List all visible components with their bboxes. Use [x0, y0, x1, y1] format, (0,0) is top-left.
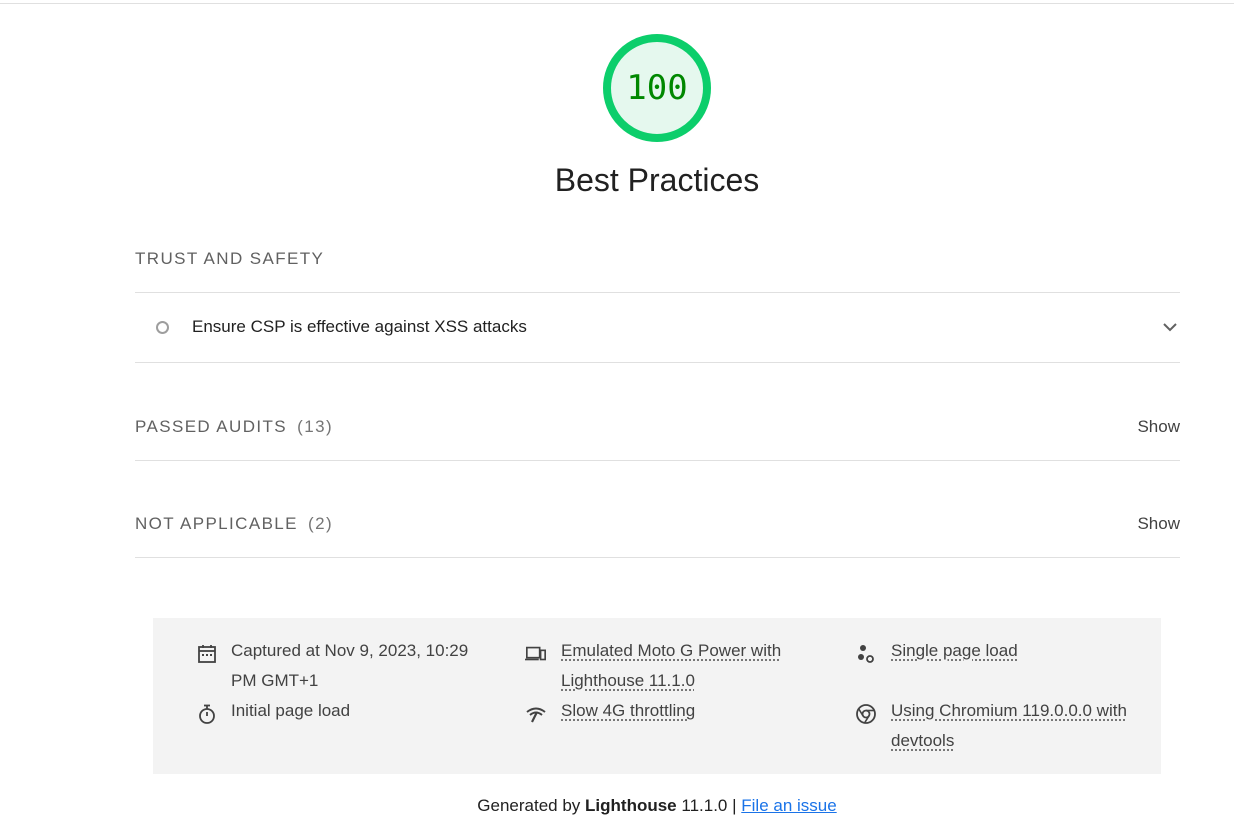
score-value: 100	[603, 34, 711, 142]
env-browser-line2: devtools	[891, 726, 1156, 756]
runtime-settings-panel: Captured at Nov 9, 2023, 10:29 PM GMT+1 …	[153, 618, 1161, 774]
env-browser-line1: Using Chromium 119.0.0.0 with	[891, 696, 1156, 726]
chromium-icon	[855, 703, 877, 725]
score-gauge[interactable]: 100	[603, 34, 711, 142]
section-heading-passed-audits[interactable]: PASSED AUDITS (13)	[135, 417, 333, 437]
top-divider	[0, 3, 1234, 4]
env-device[interactable]: Emulated Moto G Power with Lighthouse 11…	[561, 636, 841, 696]
generated-prefix: Generated by	[477, 796, 580, 815]
env-throttling[interactable]: Slow 4G throttling	[561, 696, 695, 726]
env-initial-load-text: Initial page load	[231, 696, 350, 726]
category-title: Best Practices	[0, 162, 1234, 199]
audit-row-csp-xss[interactable]: Ensure CSP is effective against XSS atta…	[135, 293, 1180, 361]
show-passed-audits-button[interactable]: Show	[1137, 417, 1180, 437]
env-captured-at: Captured at Nov 9, 2023, 10:29 PM GMT+1	[231, 636, 501, 696]
env-throttling-text: Slow 4G throttling	[561, 696, 695, 726]
env-session-text: Single page load	[891, 636, 1018, 666]
divider	[135, 362, 1180, 363]
env-device-line2: Lighthouse 11.1.0	[561, 666, 841, 696]
section-heading-label: NOT APPLICABLE	[135, 514, 298, 533]
env-session[interactable]: Single page load	[891, 636, 1018, 666]
env-initial-load: Initial page load	[231, 696, 350, 726]
stopwatch-icon	[196, 703, 218, 725]
tool-name: Lighthouse	[585, 796, 677, 815]
audit-title: Ensure CSP is effective against XSS atta…	[192, 317, 527, 337]
section-count: (13)	[297, 417, 333, 436]
single-page-load-icon	[855, 643, 877, 665]
section-heading-label: TRUST AND SAFETY	[135, 249, 324, 268]
section-heading-trust-safety: TRUST AND SAFETY	[135, 249, 324, 269]
env-device-line1: Emulated Moto G Power with	[561, 636, 841, 666]
calendar-icon	[196, 643, 218, 665]
section-count: (2)	[308, 514, 333, 533]
env-captured-line1: Captured at Nov 9, 2023, 10:29	[231, 636, 501, 666]
file-issue-link[interactable]: File an issue	[741, 796, 836, 815]
network-icon	[525, 703, 547, 725]
divider	[135, 460, 1180, 461]
devices-icon	[525, 643, 547, 665]
env-captured-line2: PM GMT+1	[231, 666, 501, 696]
chevron-down-icon[interactable]	[1160, 317, 1180, 337]
divider	[135, 557, 1180, 558]
show-not-applicable-button[interactable]: Show	[1137, 514, 1180, 534]
env-browser[interactable]: Using Chromium 119.0.0.0 with devtools	[891, 696, 1156, 756]
section-heading-not-applicable[interactable]: NOT APPLICABLE (2)	[135, 514, 333, 534]
generated-by-footer: Generated by Lighthouse 11.1.0 | File an…	[0, 796, 1234, 816]
informative-circle-icon	[156, 321, 169, 334]
section-heading-label: PASSED AUDITS	[135, 417, 287, 436]
version-text: 11.1.0 |	[681, 796, 736, 815]
